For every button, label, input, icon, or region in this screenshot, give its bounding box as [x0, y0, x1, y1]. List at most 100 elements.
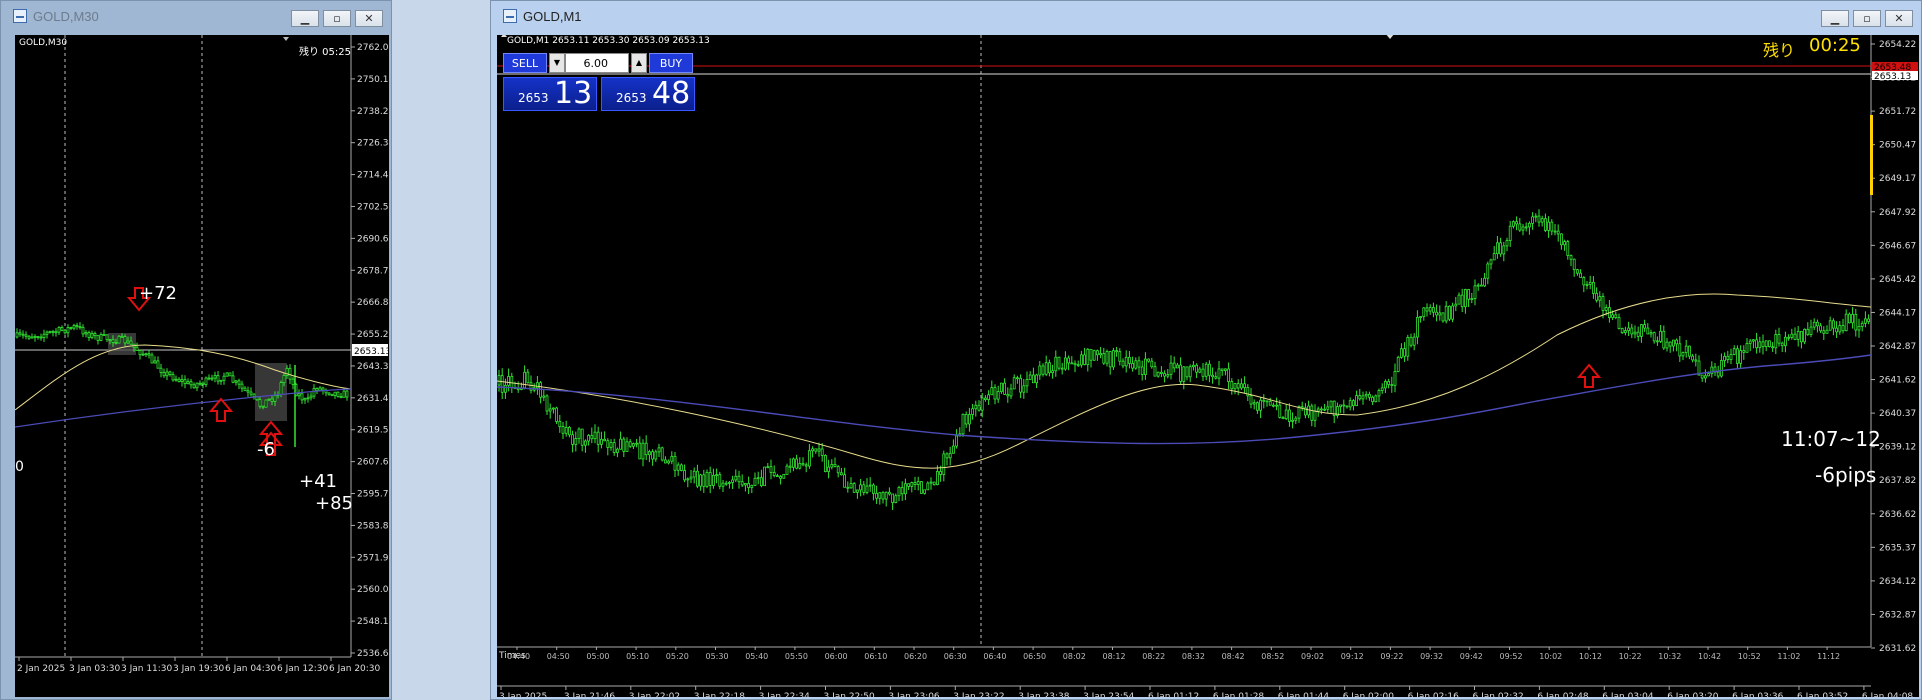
candle-body: [1185, 366, 1189, 378]
price-tick-label: 2666.84: [357, 298, 389, 308]
price-tick-label: 2619.59: [357, 426, 389, 436]
left-chart-area[interactable]: 2762.04 2750.14 2738.24 2726.34 2714.44 2702.…: [15, 35, 389, 697]
candle-body: [1694, 359, 1698, 362]
candle-body: [1508, 225, 1512, 241]
candle-body: [1412, 336, 1416, 346]
candle-body: [955, 435, 959, 447]
candle-body: [228, 372, 232, 377]
candle-body: [1041, 365, 1045, 375]
candle-body: [683, 470, 687, 481]
candle-body: [913, 482, 917, 485]
candle-body: [1771, 346, 1774, 349]
candle-body: [1604, 307, 1608, 311]
maximize-button[interactable]: ▫: [1853, 10, 1881, 27]
date-tick-label: 3 Jan 22:50: [824, 692, 876, 697]
candle-body: [336, 391, 340, 397]
candle-body: [1617, 317, 1621, 329]
candle-body: [1070, 362, 1074, 365]
candle-body: [111, 339, 115, 343]
candle-body: [1400, 348, 1403, 358]
candle-body: [273, 395, 277, 402]
maximize-button[interactable]: ▫: [323, 10, 351, 27]
candle-body: [1809, 326, 1813, 335]
candle-body: [766, 466, 770, 469]
candle-body: [1371, 396, 1374, 403]
time-tick-label: 6 Jan 04:30: [225, 664, 277, 674]
close-button[interactable]: ✕: [1885, 10, 1913, 27]
candle-body: [990, 387, 994, 396]
price-tick-label: 2583.89: [357, 521, 389, 531]
candle-body: [1496, 242, 1499, 255]
candle-body: [192, 384, 196, 389]
sell-price-box[interactable]: 2653 13: [503, 77, 597, 111]
lot-increase-icon[interactable]: ▲: [631, 53, 647, 73]
annotation-plus72: +72: [139, 283, 177, 304]
right-title-bar[interactable]: GOLD,M1: [491, 1, 1921, 31]
time-tick-label: 04:50: [547, 652, 570, 661]
candle-body: [1124, 356, 1128, 367]
lot-decrease-icon[interactable]: ▼: [549, 53, 565, 73]
candle-body: [1211, 374, 1214, 378]
close-button[interactable]: ✕: [355, 10, 383, 27]
candle-body: [919, 481, 923, 494]
candle-body: [1416, 317, 1419, 338]
right-chart-area[interactable]: 2654.222653.022651.722650.472649.172647.…: [497, 35, 1919, 697]
candle-body: [631, 443, 635, 447]
candle-body: [1492, 253, 1496, 261]
candle-body: [564, 426, 568, 434]
candle-body: [1374, 395, 1378, 403]
candle-body: [1828, 320, 1832, 331]
candle-body: [676, 464, 680, 471]
candle-body: [1182, 366, 1186, 382]
candle-body: [1544, 218, 1547, 231]
candle-body: [667, 460, 671, 464]
sell-button[interactable]: SELL: [503, 53, 547, 73]
candle-body: [1012, 377, 1016, 390]
candle-body: [1854, 314, 1858, 331]
candle-body: [27, 335, 31, 339]
candle-body: [785, 465, 789, 475]
candle-body: [117, 335, 121, 344]
annotation-minus6: -6: [257, 439, 275, 460]
candle-body: [548, 408, 552, 412]
candle-body: [1009, 388, 1013, 397]
buy-price-box[interactable]: 2653 48: [601, 77, 695, 111]
candle-body: [1704, 375, 1707, 379]
candle-body: [1720, 360, 1723, 377]
candle-body: [1528, 222, 1531, 228]
candle-body: [1726, 355, 1730, 360]
sell-price-prefix: 2653: [518, 91, 549, 105]
candle-body: [99, 334, 103, 341]
candle-body: [1611, 314, 1614, 318]
buy-arrow-icon: [208, 397, 234, 422]
minimize-button[interactable]: ▁: [291, 10, 319, 27]
candle-body: [945, 453, 949, 459]
left-chart-window[interactable]: GOLD,M30 ▁ ▫ ✕ 2762.04 2750.14 2738.24 2726…: [0, 0, 392, 700]
time-tick-label: 08:42: [1222, 652, 1245, 661]
candle-body: [1441, 312, 1445, 322]
time-tick-label: 08:02: [1063, 652, 1086, 661]
candle-body: [1172, 362, 1176, 369]
candle-body: [791, 458, 795, 468]
candle-body: [804, 464, 808, 467]
candle-body: [1470, 298, 1474, 300]
candle-body: [1294, 417, 1298, 421]
candle-body: [1025, 379, 1029, 387]
time-tick-label: 10:12: [1579, 652, 1602, 661]
candle-body: [240, 383, 244, 389]
candle-body: [1768, 340, 1771, 348]
candle-body: [237, 380, 241, 385]
candle-body: [1537, 215, 1541, 223]
buy-button[interactable]: BUY: [649, 53, 693, 73]
candle-body: [195, 382, 199, 389]
right-chart-window[interactable]: GOLD,M1 ▁ ▫ ✕ 2654.222653.022651.722650.…: [490, 0, 1922, 700]
candle-body: [1819, 325, 1822, 332]
lot-size-input[interactable]: 6.00: [565, 53, 629, 73]
candle-body: [93, 333, 97, 337]
candle-body: [243, 387, 247, 392]
candle-body: [1800, 330, 1803, 343]
candle-body: [871, 484, 875, 494]
candle-body: [1281, 416, 1285, 420]
candle-body: [1579, 272, 1582, 278]
minimize-button[interactable]: ▁: [1821, 10, 1849, 27]
